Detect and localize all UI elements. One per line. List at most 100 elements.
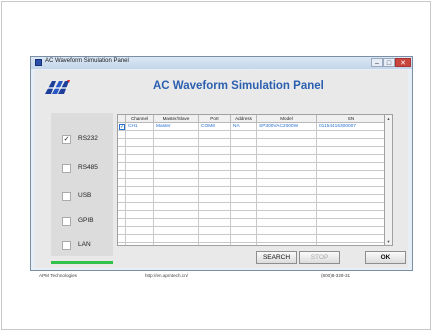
table-cell[interactable]: CH1	[126, 123, 154, 131]
table-empty-cell	[118, 219, 126, 227]
table-empty-cell	[257, 203, 317, 211]
table-header: SN	[317, 115, 384, 123]
table-empty-cell	[257, 171, 317, 179]
table-cell[interactable]: SP300VAC2000W	[257, 123, 317, 131]
table-empty-cell	[199, 235, 231, 243]
scroll-down-icon[interactable]: ▼	[385, 238, 392, 245]
table-empty-cell	[231, 187, 257, 195]
table-empty-cell	[257, 243, 317, 245]
table-empty-cell	[154, 211, 199, 219]
table-empty-cell	[317, 203, 384, 211]
table-empty-cell	[199, 243, 231, 245]
table-header: Master/Slave	[154, 115, 199, 123]
table-header: Address	[231, 115, 257, 123]
row-checkbox[interactable]: ✓	[119, 124, 125, 130]
table-empty-cell	[154, 235, 199, 243]
maximize-button[interactable]: □	[383, 58, 395, 67]
table-empty-cell	[154, 179, 199, 187]
table-empty-cell	[317, 179, 384, 187]
table-empty-cell	[199, 155, 231, 163]
table-empty-cell	[199, 147, 231, 155]
table-empty-cell	[231, 211, 257, 219]
table-empty-cell	[118, 147, 126, 155]
interface-checkbox[interactable]	[62, 164, 71, 173]
table-empty-cell	[257, 163, 317, 171]
interface-checkbox[interactable]: ✓	[62, 135, 71, 144]
table-empty-cell	[317, 243, 384, 245]
table-cell[interactable]: Master	[154, 123, 199, 131]
stop-button[interactable]: STOP	[299, 251, 340, 264]
title-bar[interactable]: AC Waveform Simulation Panel – □ ✕	[31, 57, 412, 69]
table-cell[interactable]: COM8	[199, 123, 231, 131]
table-empty-cell	[199, 171, 231, 179]
table-empty-cell	[317, 187, 384, 195]
table-empty-cell	[317, 147, 384, 155]
table-empty-cell	[118, 203, 126, 211]
interface-label: RS485	[78, 164, 98, 171]
table-empty-cell	[231, 139, 257, 147]
table-empty-cell	[257, 227, 317, 235]
table-empty-cell	[317, 171, 384, 179]
table-empty-cell	[154, 195, 199, 203]
client-area: AC Waveform Simulation Panel ✓ RS232 RS4…	[35, 70, 408, 278]
status-phone: (800)8-329-31	[321, 273, 351, 278]
table-empty-cell	[231, 179, 257, 187]
window-title: AC Waveform Simulation Panel	[45, 58, 129, 64]
table-empty-cell	[199, 163, 231, 171]
table-empty-cell	[126, 131, 154, 139]
table-empty-cell	[231, 195, 257, 203]
interface-checkbox[interactable]	[62, 192, 71, 201]
table-empty-cell	[199, 179, 231, 187]
table-empty-cell	[154, 147, 199, 155]
close-button[interactable]: ✕	[395, 58, 411, 67]
table-cell[interactable]: 01154416300007	[317, 123, 384, 131]
search-button[interactable]: SEARCH	[256, 251, 297, 264]
progress-fill	[51, 261, 113, 264]
table-empty-cell	[231, 219, 257, 227]
table-empty-cell	[199, 187, 231, 195]
table-empty-cell	[154, 219, 199, 227]
table-empty-cell	[154, 171, 199, 179]
table-cell[interactable]: NA	[231, 123, 257, 131]
ok-button[interactable]: OK	[365, 251, 406, 264]
table-empty-cell	[126, 227, 154, 235]
table-empty-cell	[118, 187, 126, 195]
table-empty-cell	[231, 147, 257, 155]
table-empty-cell	[257, 131, 317, 139]
table-empty-cell	[257, 195, 317, 203]
table-empty-cell	[231, 171, 257, 179]
minimize-button[interactable]: –	[371, 58, 383, 67]
table-empty-cell	[126, 203, 154, 211]
scroll-up-icon[interactable]: ▲	[385, 115, 392, 122]
table-empty-cell	[231, 155, 257, 163]
interface-checkbox[interactable]	[62, 241, 71, 250]
table-empty-cell	[231, 203, 257, 211]
table-empty-cell	[118, 131, 126, 139]
status-url[interactable]: http://en.apmtech.cn/	[145, 273, 188, 278]
table-empty-cell	[118, 171, 126, 179]
table-empty-cell	[154, 227, 199, 235]
table-empty-cell	[199, 203, 231, 211]
panel-title: AC Waveform Simulation Panel	[153, 80, 324, 92]
table-scrollbar[interactable]: ▲ ▼	[385, 114, 393, 246]
table-empty-cell	[118, 195, 126, 203]
table-empty-cell	[118, 179, 126, 187]
table-empty-cell	[118, 211, 126, 219]
interface-label: USB	[78, 192, 92, 199]
table-empty-cell	[118, 139, 126, 147]
table-empty-cell	[199, 211, 231, 219]
table-empty-cell	[317, 155, 384, 163]
table-empty-cell	[317, 139, 384, 147]
interface-checkbox[interactable]	[62, 217, 71, 226]
table-empty-cell	[257, 179, 317, 187]
table-empty-cell	[154, 203, 199, 211]
table-empty-cell	[231, 131, 257, 139]
table-empty-cell	[126, 163, 154, 171]
interface-label: LAN	[78, 241, 91, 248]
table-header: Channel	[126, 115, 154, 123]
table-empty-cell	[257, 187, 317, 195]
table-empty-cell	[257, 139, 317, 147]
table-empty-cell	[257, 235, 317, 243]
table-row-selector[interactable]: ✓	[118, 123, 126, 131]
table-empty-cell	[317, 227, 384, 235]
